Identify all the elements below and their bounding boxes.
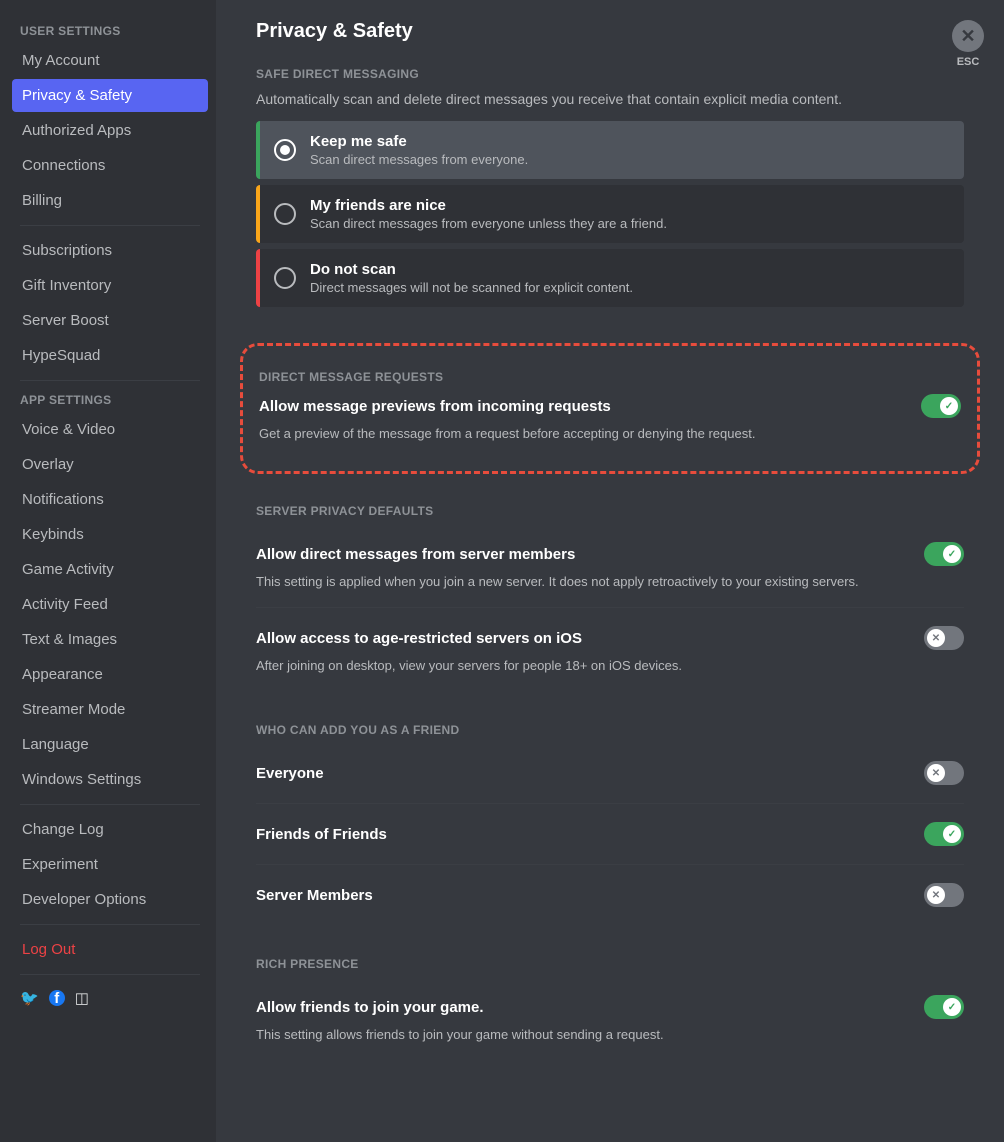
- setting-title: Server Members: [256, 887, 373, 904]
- dm-requests-title: Allow message previews from incoming req…: [259, 398, 611, 415]
- sidebar-item-windows-settings[interactable]: Windows Settings: [12, 763, 208, 796]
- radio-title: My friends are nice: [310, 197, 667, 214]
- page-title: Privacy & Safety: [256, 20, 964, 43]
- sidebar-item-experiment[interactable]: Experiment: [12, 848, 208, 881]
- sidebar-item-streamer-mode[interactable]: Streamer Mode: [12, 693, 208, 726]
- setting-desc: After joining on desktop, view your serv…: [256, 658, 964, 673]
- setting-title: Allow direct messages from server member…: [256, 546, 575, 563]
- sidebar-item-language[interactable]: Language: [12, 728, 208, 761]
- radio-subtitle: Direct messages will not be scanned for …: [310, 280, 633, 295]
- server-privacy-section: SERVER PRIVACY DEFAULTS Allow direct mes…: [256, 504, 964, 687]
- safe-dm-option-2[interactable]: Do not scan Direct messages will not be s…: [256, 249, 964, 307]
- setting-title: Everyone: [256, 765, 324, 782]
- sidebar-item-connections[interactable]: Connections: [12, 149, 208, 182]
- radio-subtitle: Scan direct messages from everyone unles…: [310, 216, 667, 231]
- dm-requests-toggle[interactable]: ✓: [921, 394, 961, 418]
- sidebar-item-gift-inventory[interactable]: Gift Inventory: [12, 269, 208, 302]
- sidebar-item-my-account[interactable]: My Account: [12, 44, 208, 77]
- rich-presence-toggle[interactable]: ✓: [924, 995, 964, 1019]
- rich-presence-desc: This setting allows friends to join your…: [256, 1027, 964, 1042]
- twitter-icon[interactable]: 🐦: [20, 989, 39, 1007]
- settings-sidebar: USER SETTINGSMy AccountPrivacy & SafetyA…: [0, 0, 216, 1142]
- rich-presence-title: Allow friends to join your game.: [256, 999, 484, 1016]
- radio-title: Keep me safe: [310, 133, 528, 150]
- dm-requests-desc: Get a preview of the message from a requ…: [259, 426, 961, 441]
- friend-add-row-0: Everyone ✕: [256, 747, 964, 799]
- sidebar-item-subscriptions[interactable]: Subscriptions: [12, 234, 208, 267]
- setting-title: Friends of Friends: [256, 826, 387, 843]
- friend-add-header: WHO CAN ADD YOU AS A FRIEND: [256, 723, 964, 737]
- friend-add-section: WHO CAN ADD YOU AS A FRIEND Everyone ✕ Fri…: [256, 723, 964, 921]
- setting-desc: This setting is applied when you join a …: [256, 574, 964, 589]
- sidebar-item-server-boost[interactable]: Server Boost: [12, 304, 208, 337]
- friend-add-toggle-2[interactable]: ✕: [924, 883, 964, 907]
- server-privacy-row-0: Allow direct messages from server member…: [256, 528, 964, 603]
- sidebar-item-notifications[interactable]: Notifications: [12, 483, 208, 516]
- sidebar-item-developer-options[interactable]: Developer Options: [12, 883, 208, 916]
- radio-icon: [274, 139, 296, 161]
- settings-main: ✕ ESC Privacy & Safety SAFE DIRECT MESSA…: [216, 0, 1004, 1142]
- radio-title: Do not scan: [310, 261, 633, 278]
- radio-subtitle: Scan direct messages from everyone.: [310, 152, 528, 167]
- sidebar-item-log-out[interactable]: Log Out: [12, 933, 208, 966]
- server-privacy-row-1: Allow access to age-restricted servers o…: [256, 612, 964, 687]
- safe-dm-option-0[interactable]: Keep me safe Scan direct messages from ev…: [256, 121, 964, 179]
- friend-add-row-2: Server Members ✕: [256, 869, 964, 921]
- radio-icon: [274, 267, 296, 289]
- dm-requests-header: DIRECT MESSAGE REQUESTS: [259, 370, 961, 384]
- dm-requests-highlight: DIRECT MESSAGE REQUESTS Allow message pr…: [240, 343, 980, 474]
- server-privacy-toggle-0[interactable]: ✓: [924, 542, 964, 566]
- rich-presence-section: RICH PRESENCE Allow friends to join your…: [256, 957, 964, 1056]
- close-icon: ✕: [952, 20, 984, 52]
- sidebar-item-game-activity[interactable]: Game Activity: [12, 553, 208, 586]
- sidebar-item-change-log[interactable]: Change Log: [12, 813, 208, 846]
- server-privacy-header: SERVER PRIVACY DEFAULTS: [256, 504, 964, 518]
- friend-add-toggle-1[interactable]: ✓: [924, 822, 964, 846]
- safe-dm-radio-group: Keep me safe Scan direct messages from ev…: [256, 121, 964, 307]
- safe-dm-header: SAFE DIRECT MESSAGING: [256, 67, 964, 81]
- friend-add-row-1: Friends of Friends ✓: [256, 808, 964, 860]
- social-row: 🐦 f ◫: [12, 983, 208, 1013]
- setting-title: Allow access to age-restricted servers o…: [256, 630, 582, 647]
- sidebar-section-header: USER SETTINGS: [12, 20, 208, 44]
- close-label: ESC: [952, 56, 984, 68]
- radio-icon: [274, 203, 296, 225]
- facebook-icon[interactable]: f: [49, 990, 65, 1006]
- rich-presence-header: RICH PRESENCE: [256, 957, 964, 971]
- sidebar-item-billing[interactable]: Billing: [12, 184, 208, 217]
- close-button[interactable]: ✕ ESC: [952, 20, 984, 68]
- instagram-icon[interactable]: ◫: [75, 989, 89, 1007]
- sidebar-item-privacy-safety[interactable]: Privacy & Safety: [12, 79, 208, 112]
- friend-add-toggle-0[interactable]: ✕: [924, 761, 964, 785]
- safe-dm-option-1[interactable]: My friends are nice Scan direct messages …: [256, 185, 964, 243]
- sidebar-item-voice-video[interactable]: Voice & Video: [12, 413, 208, 446]
- sidebar-item-hypesquad[interactable]: HypeSquad: [12, 339, 208, 372]
- sidebar-item-activity-feed[interactable]: Activity Feed: [12, 588, 208, 621]
- server-privacy-toggle-1[interactable]: ✕: [924, 626, 964, 650]
- sidebar-item-keybinds[interactable]: Keybinds: [12, 518, 208, 551]
- safe-dm-section: SAFE DIRECT MESSAGING Automatically scan…: [256, 67, 964, 307]
- sidebar-section-header: APP SETTINGS: [12, 389, 208, 413]
- sidebar-item-overlay[interactable]: Overlay: [12, 448, 208, 481]
- sidebar-item-text-images[interactable]: Text & Images: [12, 623, 208, 656]
- sidebar-item-authorized-apps[interactable]: Authorized Apps: [12, 114, 208, 147]
- sidebar-item-appearance[interactable]: Appearance: [12, 658, 208, 691]
- safe-dm-desc: Automatically scan and delete direct mes…: [256, 91, 964, 107]
